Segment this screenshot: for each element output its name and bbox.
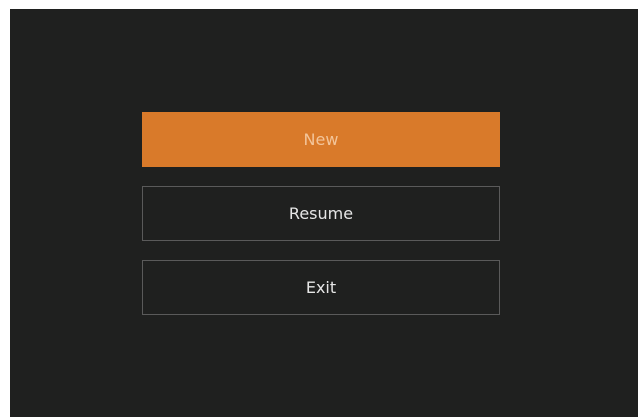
app-window: New Resume Exit (10, 9, 638, 417)
exit-button[interactable]: Exit (142, 260, 500, 315)
new-button[interactable]: New (142, 112, 500, 167)
resume-button[interactable]: Resume (142, 186, 500, 241)
main-menu: New Resume Exit (142, 112, 500, 334)
